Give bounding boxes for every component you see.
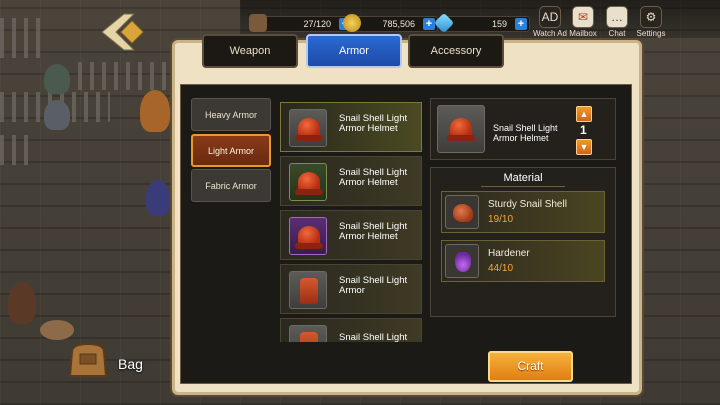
item-slot — [289, 163, 327, 201]
item-name: Snail Shell Light Armor Helmet — [339, 167, 408, 188]
material-name: Hardener — [488, 248, 530, 259]
item-list[interactable]: Snail Shell Light Armor Helmet Snail She… — [280, 98, 422, 342]
gear-icon: ⚙ — [640, 6, 662, 28]
material-panel: Material Sturdy Snail Shell 19/10 Harden… — [430, 167, 616, 317]
material-quantity: 19/10 — [488, 214, 514, 225]
list-item[interactable]: Snail Shell Light Armor Helmet — [280, 210, 422, 260]
item-slot — [289, 109, 327, 147]
helmet-icon — [447, 118, 475, 141]
npc-character[interactable] — [140, 90, 170, 132]
divider — [481, 186, 565, 187]
list-item[interactable]: Snail Shell Light — [280, 318, 422, 342]
npc-character — [44, 100, 70, 130]
potion-icon — [455, 252, 471, 272]
resource-hammer: 27/120 + — [249, 14, 354, 32]
selected-item-detail: Snail Shell Light Armor Helmet ▲ 1 ▼ — [430, 98, 616, 160]
armor-icon — [300, 332, 318, 342]
item-name: Snail Shell Light Armor — [339, 275, 408, 296]
hammer-icon — [249, 14, 267, 32]
material-quantity: 44/10 — [488, 263, 514, 274]
player-character — [8, 282, 36, 324]
back-button[interactable] — [94, 12, 154, 52]
item-slot — [289, 271, 327, 309]
bag-icon — [68, 342, 108, 377]
helmet-icon — [295, 172, 323, 195]
resource-value: 785,506 — [382, 19, 415, 29]
resource-value: 159 — [491, 19, 507, 29]
item-slot — [289, 325, 327, 342]
list-item[interactable]: Snail Shell Light Armor — [280, 264, 422, 314]
list-item[interactable]: Snail Shell Light Armor Helmet — [280, 102, 422, 152]
tab-accessory[interactable]: Accessory — [408, 34, 504, 68]
helmet-icon — [295, 226, 323, 249]
material-slot — [445, 244, 479, 278]
list-item[interactable]: Snail Shell Light Armor Helmet — [280, 156, 422, 206]
gold-coin-icon — [343, 14, 361, 32]
resource-gem: 159 + — [433, 12, 530, 34]
material-row[interactable]: Hardener 44/10 — [441, 240, 605, 282]
add-gem-button[interactable]: + — [515, 18, 527, 30]
quantity-value: 1 — [580, 123, 587, 137]
tab-armor[interactable]: Armor — [306, 34, 402, 68]
craft-button[interactable]: Craft — [488, 351, 573, 382]
tab-weapon[interactable]: Weapon — [202, 34, 298, 68]
material-row[interactable]: Sturdy Snail Shell 19/10 — [441, 191, 605, 233]
category-light-armor[interactable]: Light Armor — [191, 134, 271, 167]
selected-item-name: Snail Shell Light Armor Helmet — [493, 123, 558, 143]
mailbox-icon: ✉ — [572, 6, 594, 28]
material-title: Material — [503, 172, 543, 184]
quantity-down-button[interactable]: ▼ — [576, 139, 592, 155]
fence-decoration — [0, 135, 35, 165]
resource-value: 27/120 — [303, 19, 331, 29]
material-slot — [445, 195, 479, 229]
fence-decoration — [78, 62, 168, 90]
item-name: Snail Shell Light — [339, 332, 408, 343]
item-slot — [289, 217, 327, 255]
resource-gold: 785,506 + — [343, 14, 438, 32]
item-name: Snail Shell Light Armor Helmet — [339, 221, 408, 242]
npc-character — [44, 64, 70, 94]
fence-decoration — [0, 18, 40, 58]
shell-icon — [453, 204, 473, 222]
category-fabric-armor[interactable]: Fabric Armor — [191, 169, 271, 202]
bag-label: Bag — [118, 356, 143, 372]
ad-icon: AD — [539, 6, 561, 28]
selected-item-slot — [437, 105, 485, 153]
item-name: Snail Shell Light Armor Helmet — [339, 113, 408, 134]
quantity-up-button[interactable]: ▲ — [576, 106, 592, 122]
settings-button[interactable]: ⚙ Settings — [631, 6, 671, 38]
helmet-icon — [295, 118, 323, 141]
add-gold-button[interactable]: + — [423, 18, 435, 30]
category-heavy-armor[interactable]: Heavy Armor — [191, 98, 271, 131]
material-name: Sturdy Snail Shell — [488, 199, 567, 210]
back-arrow-icon — [101, 13, 145, 51]
npc-character[interactable] — [146, 180, 170, 216]
chat-icon: … — [606, 6, 628, 28]
armor-icon — [300, 278, 318, 304]
